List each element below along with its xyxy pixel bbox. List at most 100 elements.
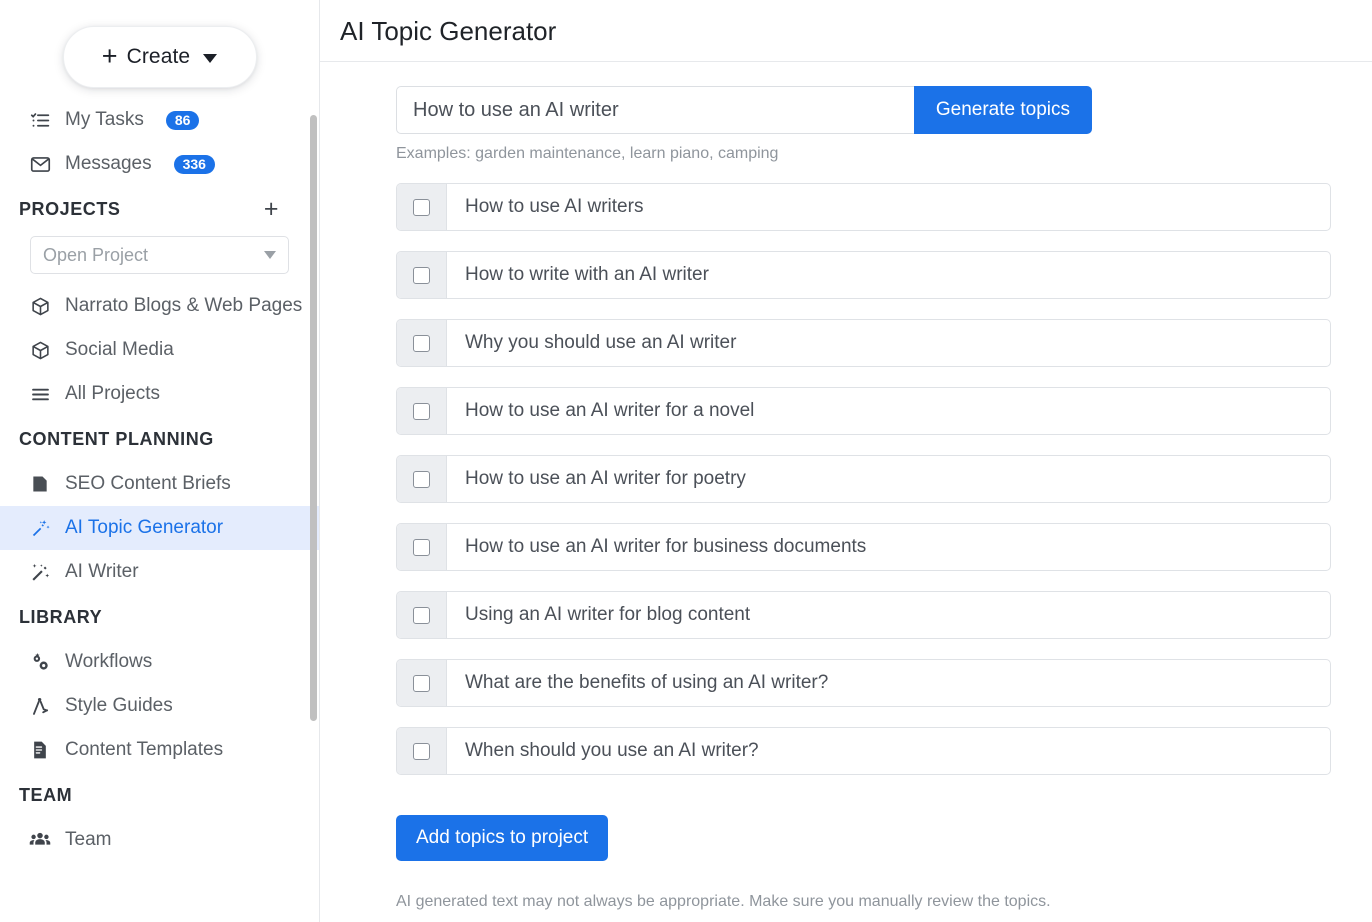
topic-checkbox-cell[interactable]: [397, 252, 447, 298]
checkbox-icon[interactable]: [413, 266, 430, 284]
topic-search-row: Generate topics: [396, 86, 1092, 134]
chevron-down-icon: [203, 54, 218, 63]
topic-checkbox-cell[interactable]: [397, 660, 447, 706]
create-button-container: + Create: [0, 0, 319, 98]
topic-row: How to use an AI writer for business doc…: [396, 523, 1331, 571]
sidebar-item-label: All Projects: [65, 383, 161, 404]
checkbox-icon[interactable]: [413, 742, 430, 760]
task-list-icon: [28, 108, 52, 132]
app-root: + Create My Tasks 86 Messages 336 PROJEC…: [0, 0, 1372, 922]
checkbox-icon[interactable]: [413, 538, 430, 556]
ai-disclaimer-note: AI generated text may not always be appr…: [396, 893, 1051, 910]
sidebar-scrollbar[interactable]: [310, 115, 317, 721]
topic-row: How to use AI writers: [396, 183, 1331, 231]
plus-icon: +: [101, 40, 118, 71]
section-header-content-planning: CONTENT PLANNING: [0, 416, 319, 462]
magic-wand-sparkle-icon: [28, 560, 52, 584]
topic-checkbox-cell[interactable]: [397, 320, 447, 366]
open-project-placeholder: Open Project: [43, 244, 149, 265]
section-title-label: TEAM: [19, 784, 73, 805]
topic-row: When should you use an AI writer?: [396, 727, 1331, 775]
topic-text[interactable]: How to use an AI writer for a novel: [447, 388, 1330, 434]
topic-text[interactable]: How to use an AI writer for business doc…: [447, 524, 1330, 570]
topic-row: How to write with an AI writer: [396, 251, 1331, 299]
chevron-down-icon: [264, 251, 276, 259]
section-title-label: PROJECTS: [19, 198, 121, 219]
sidebar-item-all-projects[interactable]: All Projects: [0, 372, 319, 416]
create-button[interactable]: + Create: [62, 26, 257, 88]
sidebar-item-label: Team: [65, 829, 112, 850]
sidebar-item-label: Workflows: [65, 651, 153, 672]
sidebar-item-seo-content-briefs[interactable]: SEO Content Briefs: [0, 462, 319, 506]
topic-search-input[interactable]: [396, 86, 914, 134]
topic-text[interactable]: What are the benefits of using an AI wri…: [447, 660, 1330, 706]
create-button-label: Create: [126, 45, 191, 68]
section-header-projects: PROJECTS +: [0, 186, 319, 232]
people-icon: [28, 828, 52, 852]
sidebar-item-my-tasks[interactable]: My Tasks 86: [0, 98, 319, 142]
sidebar-item-workflows[interactable]: Workflows: [0, 640, 319, 684]
generate-topics-button[interactable]: Generate topics: [913, 86, 1092, 134]
topic-text[interactable]: How to use AI writers: [447, 184, 1330, 230]
topic-checkbox-cell[interactable]: [397, 388, 447, 434]
sidebar-item-label: SEO Content Briefs: [65, 473, 231, 494]
envelope-icon: [28, 152, 52, 176]
topic-checkbox-cell[interactable]: [397, 184, 447, 230]
topic-row: What are the benefits of using an AI wri…: [396, 659, 1331, 707]
magic-wand-icon: [28, 516, 52, 540]
sidebar-item-label: Style Guides: [65, 695, 173, 716]
sidebar-item-narrato-blogs-web-pages[interactable]: Narrato Blogs & Web Pages: [0, 284, 319, 328]
checkbox-icon[interactable]: [413, 402, 430, 420]
topic-text[interactable]: Why you should use an AI writer: [447, 320, 1330, 366]
sidebar-item-content-templates[interactable]: Content Templates: [0, 728, 319, 772]
add-project-icon[interactable]: +: [264, 196, 279, 222]
hamburger-icon: [28, 382, 52, 406]
main-content: AI Topic Generator Generate topics Examp…: [320, 0, 1372, 922]
topic-checkbox-cell[interactable]: [397, 592, 447, 638]
sidebar-item-label: AI Topic Generator: [65, 517, 224, 538]
cube-icon: [28, 294, 52, 318]
topic-text[interactable]: Using an AI writer for blog content: [447, 592, 1330, 638]
topic-row: Using an AI writer for blog content: [396, 591, 1331, 639]
checkbox-icon[interactable]: [413, 674, 430, 692]
topic-checkbox-cell[interactable]: [397, 524, 447, 570]
sidebar-item-ai-writer[interactable]: AI Writer: [0, 550, 319, 594]
topic-row: Why you should use an AI writer: [396, 319, 1331, 367]
topic-text[interactable]: How to use an AI writer for poetry: [447, 456, 1330, 502]
sidebar-item-label: Messages: [65, 153, 152, 174]
sidebar-item-label: AI Writer: [65, 561, 139, 582]
sidebar-item-label: Narrato Blogs & Web Pages: [65, 295, 303, 316]
topic-checkbox-cell[interactable]: [397, 728, 447, 774]
sidebar-item-label: My Tasks: [65, 109, 144, 130]
sidebar-item-team[interactable]: Team: [0, 818, 319, 862]
topic-text[interactable]: How to write with an AI writer: [447, 252, 1330, 298]
add-topics-to-project-button[interactable]: Add topics to project: [396, 815, 609, 861]
sidebar-item-messages[interactable]: Messages 336: [0, 142, 319, 186]
sidebar-item-label: Content Templates: [65, 739, 224, 760]
topic-row: How to use an AI writer for poetry: [396, 455, 1331, 503]
topic-generator-panel: Generate topics Examples: garden mainten…: [320, 62, 1372, 911]
topic-row: How to use an AI writer for a novel: [396, 387, 1331, 435]
topic-checkbox-cell[interactable]: [397, 456, 447, 502]
checkbox-icon[interactable]: [413, 606, 430, 624]
sidebar-item-social-media[interactable]: Social Media: [0, 328, 319, 372]
gears-icon: [28, 650, 52, 674]
checkbox-icon[interactable]: [413, 334, 430, 352]
compass-icon: [28, 694, 52, 718]
section-header-team: TEAM: [0, 772, 319, 818]
section-title-label: LIBRARY: [19, 606, 103, 627]
checkbox-icon[interactable]: [413, 198, 430, 216]
sidebar-item-label: Social Media: [65, 339, 174, 360]
section-header-library: LIBRARY: [0, 594, 319, 640]
document-icon: [28, 472, 52, 496]
messages-badge: 336: [173, 154, 215, 174]
sidebar-scrollbar-thumb[interactable]: [310, 115, 317, 721]
checkbox-icon[interactable]: [413, 470, 430, 488]
open-project-select[interactable]: Open Project: [30, 236, 289, 274]
topic-text[interactable]: When should you use an AI writer?: [447, 728, 1330, 774]
sidebar-item-style-guides[interactable]: Style Guides: [0, 684, 319, 728]
section-title-label: CONTENT PLANNING: [19, 428, 214, 449]
topic-list: How to use AI writers How to write with …: [396, 183, 1372, 775]
sidebar: + Create My Tasks 86 Messages 336 PROJEC…: [0, 0, 320, 922]
sidebar-item-ai-topic-generator[interactable]: AI Topic Generator: [0, 506, 319, 550]
